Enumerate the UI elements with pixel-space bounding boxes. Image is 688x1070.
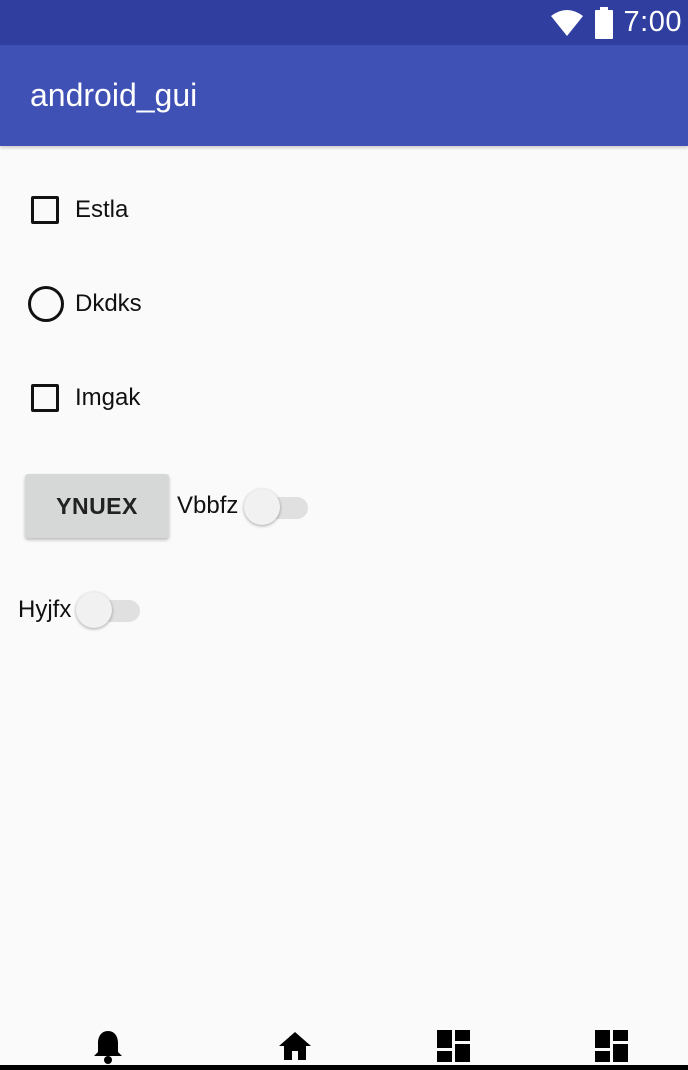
- switch-vbbfz[interactable]: [244, 488, 308, 528]
- switch-thumb[interactable]: [244, 489, 280, 525]
- status-bar: 7:00: [0, 0, 688, 45]
- wifi-icon: [550, 9, 584, 37]
- status-icons: 7:00: [550, 0, 682, 45]
- switch-label: Vbbfz: [177, 492, 239, 519]
- checkbox-box[interactable]: [31, 384, 59, 412]
- home-icon[interactable]: [277, 1028, 313, 1064]
- ynuex-button[interactable]: YNUEX: [25, 474, 169, 538]
- bottom-nav: [0, 1022, 688, 1070]
- switch-thumb[interactable]: [76, 592, 112, 628]
- screen: 7:00 android_gui Estla Dkdks Imgak YNUEX…: [0, 0, 688, 1070]
- checkbox-imgak[interactable]: Imgak: [31, 383, 140, 413]
- dashboard-icon[interactable]: [594, 1028, 630, 1064]
- checkbox-label: Estla: [75, 196, 129, 223]
- switch-hyjfx[interactable]: [76, 591, 140, 631]
- radio-label: Dkdks: [75, 290, 142, 317]
- dashboard-icon[interactable]: [436, 1028, 472, 1064]
- radio-circle[interactable]: [28, 286, 64, 322]
- checkbox-estla[interactable]: Estla: [31, 195, 128, 225]
- battery-icon: [594, 6, 614, 39]
- app-bar: android_gui: [0, 45, 688, 146]
- radio-dkdks[interactable]: Dkdks: [28, 286, 142, 322]
- status-time: 7:00: [623, 6, 682, 38]
- app-title: android_gui: [30, 77, 198, 113]
- checkbox-label: Imgak: [75, 384, 141, 411]
- bottom-divider: [0, 1065, 688, 1070]
- bell-icon[interactable]: [90, 1028, 126, 1064]
- switch-label: Hyjfx: [18, 596, 72, 623]
- checkbox-box[interactable]: [31, 196, 59, 224]
